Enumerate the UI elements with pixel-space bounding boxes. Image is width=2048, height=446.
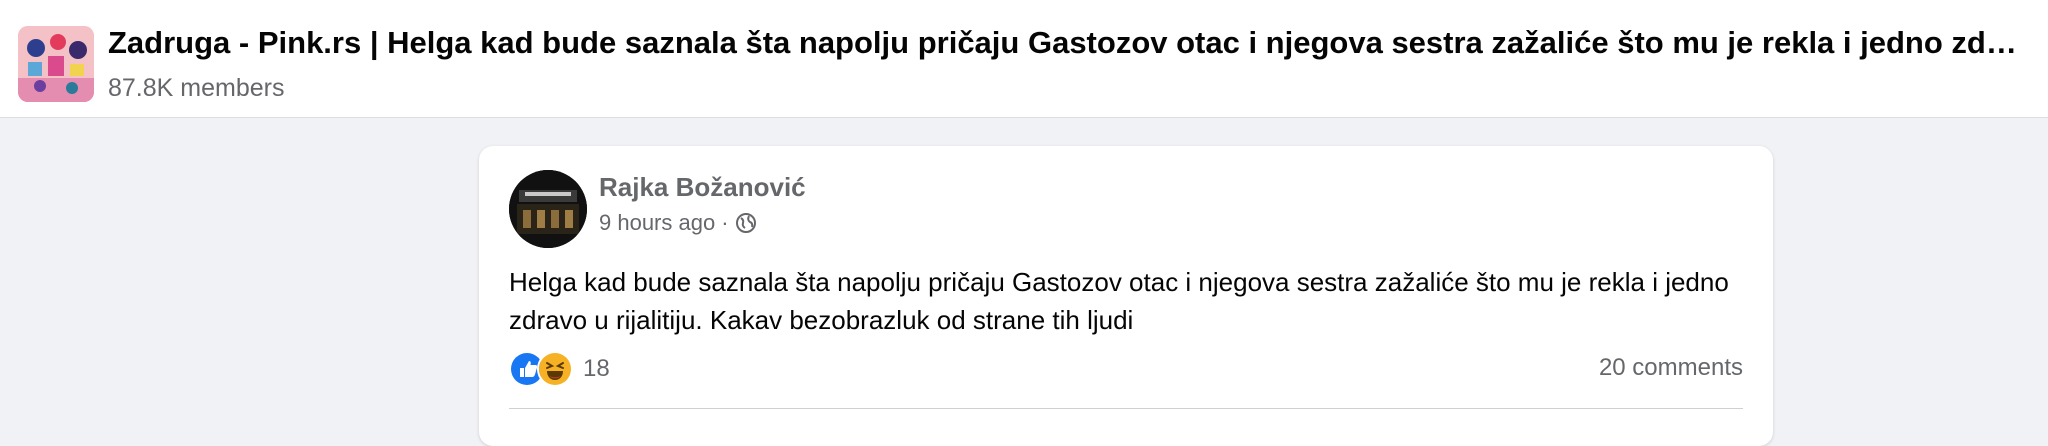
globe-icon[interactable]	[735, 212, 757, 234]
group-collage-icon	[18, 26, 94, 102]
haha-icon	[537, 351, 573, 387]
reactions-summary[interactable]: 18	[509, 351, 610, 387]
post-timestamp[interactable]: 9 hours ago	[599, 208, 715, 238]
author-photo-icon	[509, 170, 587, 248]
action-divider	[509, 408, 1743, 409]
reaction-count: 18	[583, 355, 610, 382]
meta-separator: ·	[721, 210, 729, 235]
group-avatar[interactable]	[18, 26, 94, 102]
group-title[interactable]: Zadruga - Pink.rs | Helga kad bude sazna…	[108, 24, 2023, 62]
group-header: Zadruga - Pink.rs | Helga kad bude sazna…	[0, 0, 2048, 118]
post-meta: 9 hours ago ·	[599, 208, 757, 238]
author-name[interactable]: Rajka Božanović	[599, 170, 806, 204]
author-avatar[interactable]	[509, 170, 587, 248]
post-text: Helga kad bude saznala šta napolju priča…	[509, 267, 1729, 335]
comments-count[interactable]: 20 comments	[1599, 354, 1743, 382]
group-members-count: 87.8K members	[108, 74, 285, 102]
post-card: Rajka Božanović 9 hours ago · Helga kad …	[479, 146, 1773, 446]
